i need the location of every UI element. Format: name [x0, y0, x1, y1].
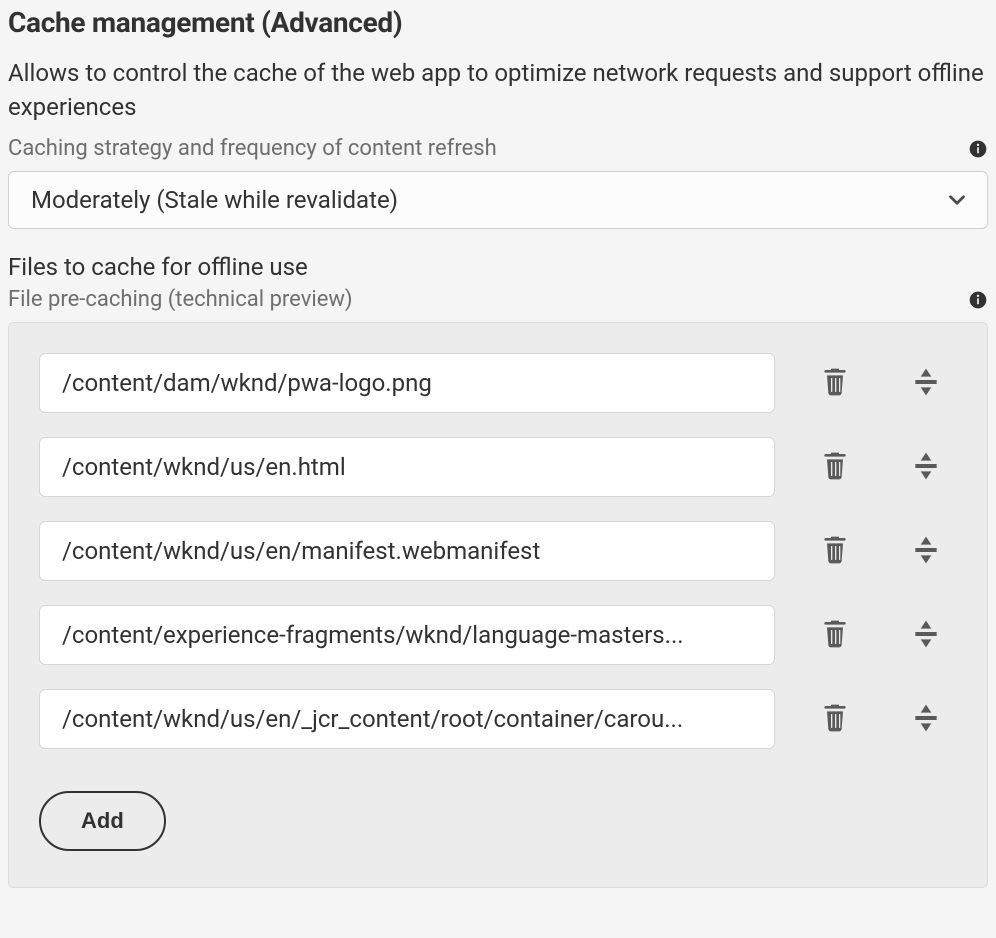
delete-button[interactable]	[815, 531, 855, 571]
trash-icon	[819, 618, 851, 653]
file-path-input[interactable]: /content/dam/wknd/pwa-logo.png	[39, 353, 775, 413]
file-precaching-label: File pre-caching (technical preview)	[8, 287, 960, 312]
section-title: Cache management (Advanced)	[8, 6, 988, 39]
reorder-button[interactable]	[906, 615, 946, 655]
file-row: /content/wknd/us/en.html	[39, 437, 957, 497]
files-to-cache-heading: Files to cache for offline use	[8, 253, 988, 281]
reorder-icon	[910, 366, 942, 401]
reorder-button[interactable]	[906, 531, 946, 571]
reorder-icon	[910, 618, 942, 653]
caching-strategy-value: Moderately (Stale while revalidate)	[31, 186, 398, 214]
info-icon[interactable]	[968, 139, 988, 159]
reorder-button[interactable]	[906, 699, 946, 739]
reorder-icon	[910, 702, 942, 737]
section-description: Allows to control the cache of the web a…	[8, 57, 988, 124]
caching-strategy-select[interactable]: Moderately (Stale while revalidate)	[8, 171, 988, 229]
file-row: /content/experience-fragments/wknd/langu…	[39, 605, 957, 665]
info-icon[interactable]	[968, 290, 988, 310]
trash-icon	[819, 702, 851, 737]
file-row: /content/wknd/us/en/_jcr_content/root/co…	[39, 689, 957, 749]
trash-icon	[819, 450, 851, 485]
reorder-icon	[910, 450, 942, 485]
file-row: /content/wknd/us/en/manifest.webmanifest	[39, 521, 957, 581]
trash-icon	[819, 366, 851, 401]
file-precache-list: /content/dam/wknd/pwa-logo.png/content/w…	[8, 322, 988, 888]
delete-button[interactable]	[815, 615, 855, 655]
delete-button[interactable]	[815, 363, 855, 403]
delete-button[interactable]	[815, 699, 855, 739]
reorder-button[interactable]	[906, 363, 946, 403]
file-row: /content/dam/wknd/pwa-logo.png	[39, 353, 957, 413]
caching-strategy-label: Caching strategy and frequency of conten…	[8, 136, 960, 161]
reorder-button[interactable]	[906, 447, 946, 487]
file-path-input[interactable]: /content/experience-fragments/wknd/langu…	[39, 605, 775, 665]
trash-icon	[819, 534, 851, 569]
file-path-input[interactable]: /content/wknd/us/en/_jcr_content/root/co…	[39, 689, 775, 749]
file-path-input[interactable]: /content/wknd/us/en/manifest.webmanifest	[39, 521, 775, 581]
add-button[interactable]: Add	[39, 791, 166, 851]
reorder-icon	[910, 534, 942, 569]
file-path-input[interactable]: /content/wknd/us/en.html	[39, 437, 775, 497]
delete-button[interactable]	[815, 447, 855, 487]
